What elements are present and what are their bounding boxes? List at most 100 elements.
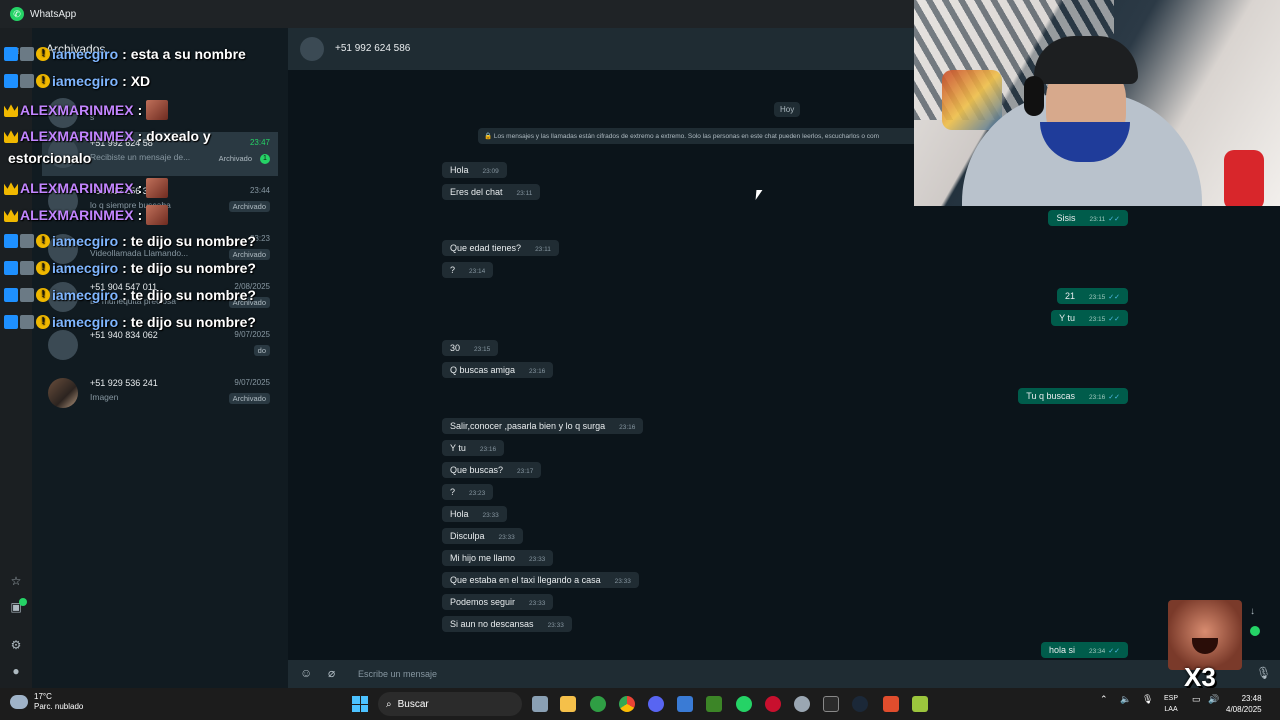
gear-icon[interactable]: ⚙ <box>9 638 23 652</box>
chat-time: 23:44 <box>249 186 270 195</box>
message-time: 23:15 <box>474 346 491 353</box>
chat-list: Archivados s +51 992 624 58 23:47 Recibiste… <box>32 28 288 688</box>
unread-badge: 1 <box>260 154 270 164</box>
incoming-message[interactable]: ? 23:14 <box>442 262 494 278</box>
chat-list-item[interactable]: s <box>42 92 278 136</box>
message-time: 23:33 <box>529 600 546 607</box>
clock-time: 23:48 <box>1241 694 1262 703</box>
contact-avatar[interactable] <box>300 37 324 61</box>
volume-icon[interactable]: 🔈 <box>1120 694 1131 705</box>
message-time: 23:11 <box>1089 216 1106 223</box>
language-indicator[interactable]: ESP LAA <box>1164 693 1178 715</box>
app-icon[interactable] <box>883 696 899 712</box>
chat-list-item[interactable]: +51 912 156 358 23:44 lo q siempre buscaba… <box>42 180 278 224</box>
menu-icon[interactable]: ≡ <box>9 44 23 58</box>
webcam-feed <box>914 0 1280 206</box>
chat-preview: Videollamada Llamando... <box>90 248 189 258</box>
archived-tag: Archivado <box>228 393 270 404</box>
emoji-icon[interactable]: ☺ <box>300 666 312 680</box>
microphone <box>1224 150 1264 206</box>
incoming-message[interactable]: Eres del chat 23:11 <box>442 184 541 200</box>
network-icon[interactable]: ▭ <box>1192 694 1201 705</box>
star-icon[interactable]: ☆ <box>9 574 23 588</box>
message-text: Y tu <box>450 443 466 453</box>
message-text: Podemos seguir <box>450 597 516 607</box>
message-text: Salir,conocer ,pasarla bien y lo q surga <box>450 421 606 431</box>
incoming-message[interactable]: 30 23:15 <box>442 340 499 356</box>
incoming-message[interactable]: Hola 23:09 <box>442 162 507 178</box>
store-icon[interactable] <box>677 696 693 712</box>
incoming-message[interactable]: Si aun no descansas 23:33 <box>442 616 572 632</box>
chat-name: +51 992 624 58 <box>90 138 153 148</box>
archived-tag: Archivado <box>214 153 256 164</box>
message-text: Que estaba en el taxi llegando a casa <box>450 575 601 585</box>
outgoing-message[interactable]: Sisis 23:11 ✓✓ <box>1048 210 1128 226</box>
xbox-icon[interactable] <box>590 696 606 712</box>
read-check-icon: ✓✓ <box>1108 648 1120 655</box>
incoming-message[interactable]: Podemos seguir 23:33 <box>442 594 554 610</box>
profile-icon[interactable]: ● <box>9 664 23 678</box>
steam-icon[interactable] <box>852 696 868 712</box>
message-text: Hola <box>450 509 469 519</box>
headset <box>1024 76 1044 116</box>
opera-icon[interactable] <box>765 696 781 712</box>
scroll-down-icon[interactable]: ↓ <box>1250 606 1260 618</box>
taskbar-search[interactable]: ⌕ Buscar <box>378 692 522 716</box>
settings-icon[interactable] <box>794 696 810 712</box>
message-text: hola si <box>1048 645 1075 655</box>
outgoing-message[interactable]: hola si 23:34 ✓✓ <box>1040 642 1128 658</box>
incoming-message[interactable]: Y tu 23:16 <box>442 440 505 456</box>
encryption-notice[interactable]: 🔒 Los mensajes y las llamadas están cifr… <box>478 128 918 144</box>
chrome-icon[interactable] <box>619 696 635 712</box>
chat-time: 9/07/2025 <box>234 330 270 339</box>
whatsapp-taskbar-icon[interactable] <box>736 696 752 712</box>
read-check-icon: ✓✓ <box>1108 294 1120 301</box>
chat-list-item[interactable]: +51 904 547 011 2/08/2025 La muñequita pre… <box>42 276 278 320</box>
message-time: 23:16 <box>529 368 546 375</box>
message-time: 23:34 <box>1088 648 1106 655</box>
outgoing-message[interactable]: Y tu 23:15 ✓✓ <box>1051 310 1128 326</box>
incoming-message[interactable]: Mi hijo me llamo 23:33 <box>442 550 554 566</box>
chat-list-item[interactable]: +51 940 834 062 9/07/2025 do <box>42 324 278 368</box>
attach-icon[interactable]: ⌀ <box>328 666 335 680</box>
chat-list-item[interactable]: +51 992 624 58 23:47 Recibiste un mensaje … <box>42 132 278 176</box>
epic-games-icon[interactable] <box>823 696 839 712</box>
message-text: 30 <box>450 343 461 353</box>
incoming-message[interactable]: Que buscas? 23:17 <box>442 462 542 478</box>
incoming-message[interactable]: ? 23:23 <box>442 484 494 500</box>
message-input[interactable] <box>358 664 1238 684</box>
tray-chevron-icon[interactable]: ⌃ <box>1100 694 1108 705</box>
chat-list-item[interactable]: 23:23 Videollamada Llamando... Archivado <box>42 228 278 272</box>
incoming-message[interactable]: Q buscas amiga 23:16 <box>442 362 554 378</box>
discord-icon[interactable] <box>648 696 664 712</box>
app-icon-2[interactable] <box>912 696 928 712</box>
incoming-message[interactable]: Que edad tienes? 23:11 <box>442 240 559 256</box>
incoming-message[interactable]: Salir,conocer ,pasarla bien y lo q surga… <box>442 418 644 434</box>
search-icon: ⌕ <box>386 698 392 710</box>
message-time: 23:16 <box>479 446 497 453</box>
archive-badge <box>19 598 27 606</box>
chat-preview: La muñequita preciosa <box>90 296 177 306</box>
task-view-icon[interactable] <box>532 696 548 712</box>
message-time: 23:15 <box>1088 294 1106 301</box>
mic-icon[interactable]: 🎙 <box>1256 666 1271 680</box>
incoming-message[interactable]: Hola 23:33 <box>442 506 507 522</box>
mic-tray-icon[interactable]: 🎙 <box>1142 694 1153 705</box>
windows-start-icon[interactable] <box>352 696 368 712</box>
incoming-message[interactable]: Que estaba en el taxi llegando a casa 23:… <box>442 572 639 588</box>
outgoing-message[interactable]: 21 23:15 ✓✓ <box>1056 288 1128 304</box>
weather-widget[interactable]: 17°C Parc. nublado <box>10 692 83 712</box>
message-text: Sisis <box>1056 213 1076 223</box>
contact-name[interactable]: +51 992 624 586 <box>335 43 410 54</box>
system-clock[interactable]: 23:48 4/08/2025 <box>1226 693 1262 715</box>
incoming-message[interactable]: Disculpa 23:33 <box>442 528 523 544</box>
lang-layout: LAA <box>1164 706 1178 713</box>
message-text: 21 <box>1064 291 1075 301</box>
outgoing-message[interactable]: Tu q buscas 23:16 ✓✓ <box>1018 388 1128 404</box>
minecraft-icon[interactable] <box>706 696 722 712</box>
file-explorer-icon[interactable] <box>560 696 576 712</box>
window-title: WhatsApp <box>30 8 77 20</box>
mouse-cursor-icon <box>755 190 763 200</box>
speaker-icon[interactable]: 🔊 <box>1208 694 1219 705</box>
chat-list-item[interactable]: +51 929 536 241 9/07/2025 Imagen Archivado <box>42 372 278 416</box>
